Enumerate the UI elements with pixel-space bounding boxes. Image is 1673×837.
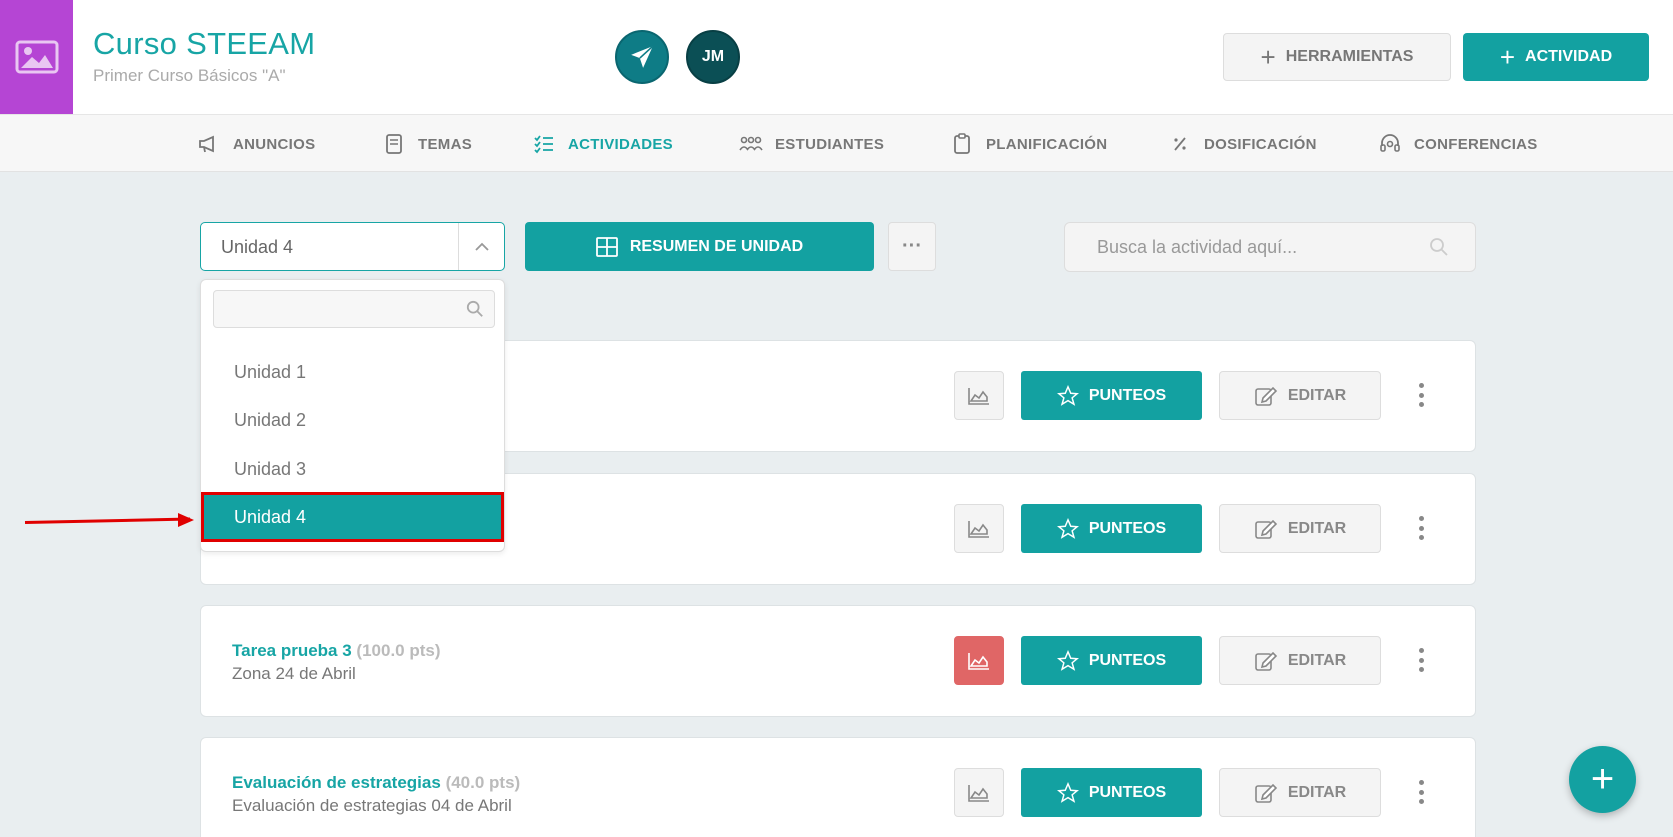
nav-label: ANUNCIOS (233, 135, 316, 153)
kebab-menu-icon[interactable] (1411, 776, 1431, 808)
nav-item-planificacion[interactable]: PLANIFICACIÓN (950, 115, 1107, 173)
activity-label: ACTIVIDAD (1525, 48, 1613, 65)
edit-button[interactable]: EDITAR (1219, 504, 1381, 553)
search-icon (1430, 238, 1448, 256)
image-icon (15, 40, 58, 74)
grid-icon (595, 236, 618, 257)
course-thumbnail[interactable] (0, 0, 73, 114)
edit-icon (1255, 519, 1277, 539)
plus-icon: + (1499, 42, 1516, 72)
editar-label: EDITAR (1287, 519, 1347, 537)
add-activity-button[interactable]: + ACTIVIDAD (1463, 33, 1649, 81)
area-chart-icon (968, 520, 989, 538)
tools-label: HERRAMIENTAS (1285, 48, 1414, 65)
punteos-label: PUNTEOS (1088, 651, 1167, 669)
nav-item-conferencias[interactable]: CONFERENCIAS (1378, 115, 1538, 173)
star-icon (1056, 649, 1079, 671)
nav-label: TEMAS (418, 135, 472, 153)
activity-card: Tarea prueba 3 (100.0 pts) Zona 24 de Ab… (200, 605, 1476, 717)
area-chart-icon (968, 387, 989, 405)
nav-item-dosificacion[interactable]: DOSIFICACIÓN (1168, 115, 1317, 173)
activity-title[interactable]: Evaluación de estrategias (40.0 pts) (232, 773, 520, 793)
edit-icon (1255, 783, 1277, 803)
chevron-up-icon[interactable] (458, 223, 504, 270)
app-header: Curso STEEAM Primer Curso Básicos "A" JM… (0, 0, 1673, 114)
nav-item-estudiantes[interactable]: ESTUDIANTES (739, 115, 884, 173)
book-icon (386, 134, 402, 154)
editar-label: EDITAR (1287, 651, 1347, 669)
students-icon (739, 136, 763, 151)
star-icon (1056, 781, 1079, 803)
area-chart-icon (968, 784, 989, 802)
more-options-button[interactable]: ··· (888, 222, 936, 271)
star-icon (1056, 384, 1079, 406)
edit-icon (1255, 651, 1277, 671)
dropdown-option-unidad-1[interactable]: Unidad 1 (201, 348, 504, 396)
unit-select[interactable]: Unidad 4 (200, 222, 505, 271)
punteos-button[interactable]: PUNTEOS (1021, 768, 1202, 817)
course-nav: ANUNCIOS TEMAS ACTIVIDADES ESTUDIANTES P… (0, 114, 1673, 172)
unit-select-value: Unidad 4 (221, 237, 294, 257)
editar-label: EDITAR (1287, 386, 1347, 404)
plus-icon: + (1260, 42, 1276, 72)
annotation-arrow (24, 517, 190, 524)
nav-item-actividades[interactable]: ACTIVIDADES (532, 115, 673, 173)
user-avatar[interactable]: JM (686, 30, 740, 84)
nav-item-anuncios[interactable]: ANUNCIOS (197, 115, 315, 173)
search-icon (466, 300, 483, 317)
punteos-button[interactable]: PUNTEOS (1021, 504, 1202, 553)
punteos-button[interactable]: PUNTEOS (1021, 636, 1202, 685)
add-fab-button[interactable]: + (1569, 746, 1636, 813)
annotation-arrow-head (178, 513, 194, 527)
unit-summary-button[interactable]: RESUMEN DE UNIDAD (525, 222, 874, 271)
nav-label: PLANIFICACIÓN (986, 135, 1108, 153)
nav-label: ACTIVIDADES (568, 135, 673, 153)
checklist-icon (534, 135, 553, 154)
stats-button[interactable] (954, 504, 1004, 553)
kebab-menu-icon[interactable] (1411, 512, 1431, 544)
punteos-label: PUNTEOS (1088, 519, 1167, 537)
stats-button[interactable] (954, 636, 1004, 685)
edit-button[interactable]: EDITAR (1219, 636, 1381, 685)
editar-label: EDITAR (1287, 783, 1347, 801)
activity-title[interactable]: Tarea prueba 3 (100.0 pts) (232, 641, 441, 661)
course-subtitle: Primer Curso Básicos "A" (93, 66, 286, 85)
stats-button[interactable] (954, 768, 1004, 817)
activity-subtitle: Evaluación de estrategias 04 de Abril (232, 796, 512, 815)
dropdown-search[interactable] (213, 290, 495, 328)
activity-card: Evaluación de estrategias (40.0 pts) Eva… (200, 737, 1476, 837)
activity-search (1064, 222, 1476, 272)
punteos-label: PUNTEOS (1088, 783, 1167, 801)
punteos-button[interactable]: PUNTEOS (1021, 371, 1202, 420)
activity-subtitle: Zona 24 de Abril (232, 664, 356, 683)
dropdown-option-unidad-3[interactable]: Unidad 3 (201, 445, 504, 493)
clipboard-icon (954, 133, 970, 154)
megaphone-icon (199, 135, 214, 153)
kebab-menu-icon[interactable] (1411, 379, 1431, 411)
edit-button[interactable]: EDITAR (1219, 768, 1381, 817)
nav-label: DOSIFICACIÓN (1204, 135, 1317, 153)
nav-label: CONFERENCIAS (1414, 135, 1538, 153)
tools-button[interactable]: + HERRAMIENTAS (1223, 33, 1451, 81)
stats-button[interactable] (954, 371, 1004, 420)
send-button[interactable] (615, 30, 669, 84)
activity-search-input[interactable] (1065, 223, 1475, 271)
headset-icon (1380, 134, 1400, 152)
nav-item-temas[interactable]: TEMAS (382, 115, 472, 173)
summary-label: RESUMEN DE UNIDAD (629, 237, 804, 255)
unit-dropdown: Unidad 1 Unidad 2 Unidad 3 Unidad 4 (200, 279, 505, 552)
course-title: Curso STEEAM (93, 26, 316, 61)
dropdown-option-unidad-4[interactable]: Unidad 4 (201, 492, 504, 542)
percent-icon (1174, 137, 1186, 151)
punteos-label: PUNTEOS (1088, 386, 1167, 404)
dropdown-option-unidad-2[interactable]: Unidad 2 (201, 396, 504, 444)
edit-icon (1255, 386, 1277, 406)
area-chart-icon (968, 652, 989, 670)
star-icon (1056, 517, 1079, 539)
nav-label: ESTUDIANTES (775, 135, 885, 153)
paper-plane-icon (631, 45, 654, 68)
edit-button[interactable]: EDITAR (1219, 371, 1381, 420)
kebab-menu-icon[interactable] (1411, 644, 1431, 676)
